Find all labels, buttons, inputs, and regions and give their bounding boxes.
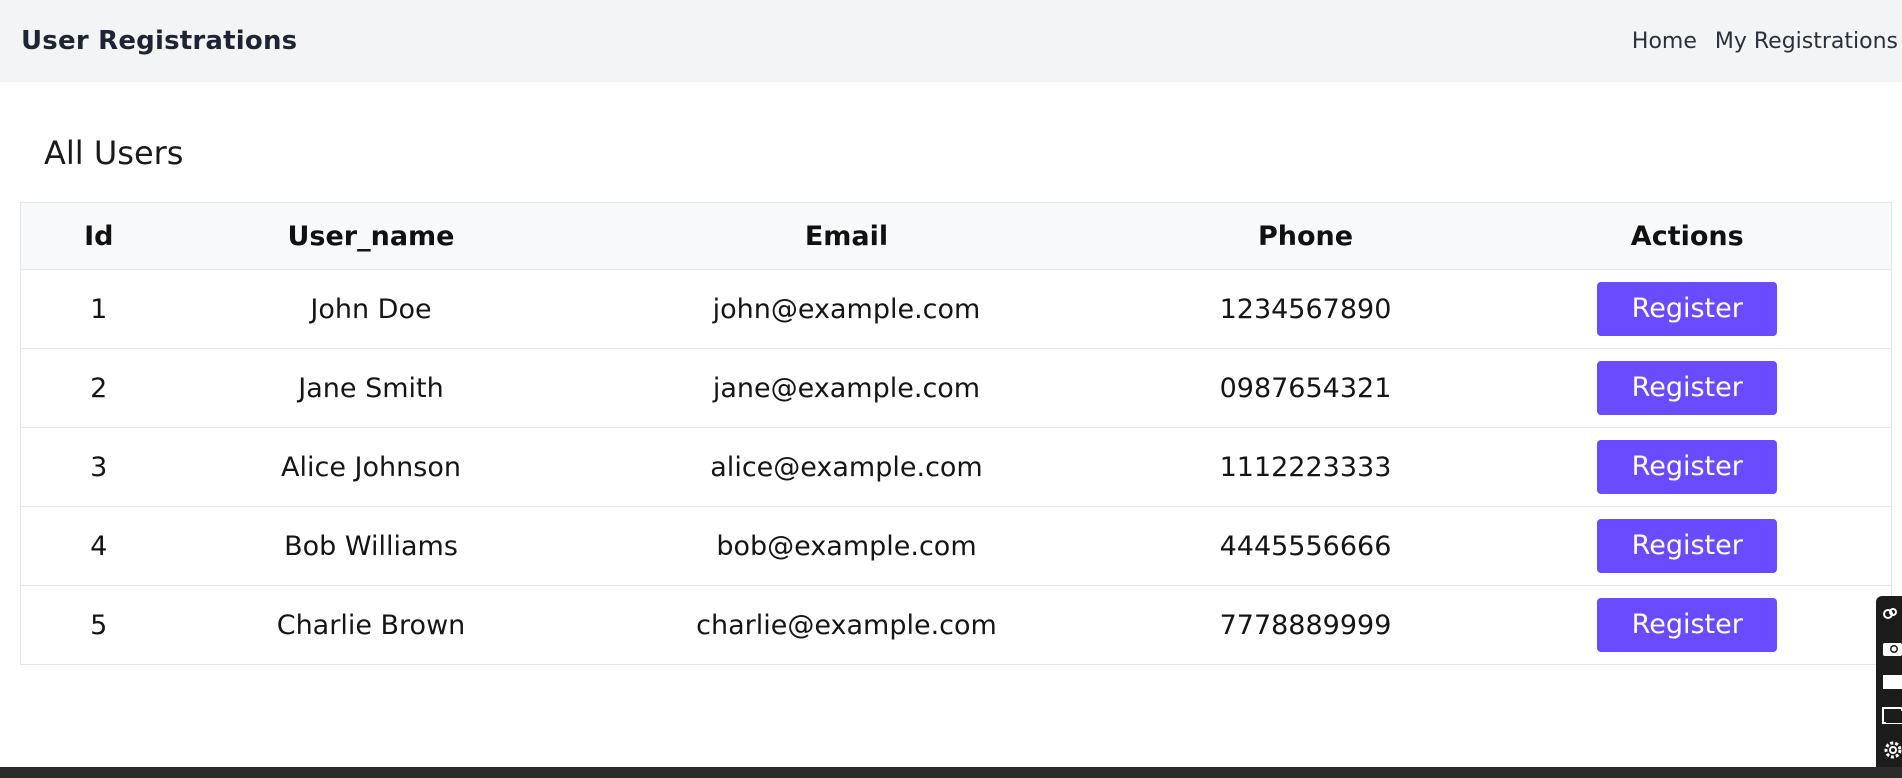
cell-id: 5 [90,609,108,641]
register-button[interactable]: Register [1597,282,1778,336]
cell-phone: 1234567890 [1127,269,1484,349]
register-button[interactable]: Register [1597,519,1778,573]
page-title: All Users [44,134,184,172]
cell-actions: Register [1484,586,1892,665]
cell-user-name: Alice Johnson [176,427,566,507]
cell-phone: 0987654321 [1127,348,1484,428]
cell-email: charlie@example.com [696,609,997,641]
users-table-container: Id User_name Email Phone Actions 1 John … [20,202,1892,665]
table-row: 4 Bob Williams bob@example.com 444555666… [20,506,1892,586]
table-row: 3 Alice Johnson alice@example.com 111222… [20,427,1892,507]
cell-actions: Register [1483,348,1892,428]
register-button[interactable]: Register [1597,598,1778,652]
nav-link-home[interactable]: Home [1632,29,1697,54]
camera-icon[interactable] [1882,636,1902,660]
cell-email: john@example.com [565,269,1128,349]
column-header-actions: Actions [1483,202,1892,270]
table-header-row: Id User_name Email Phone Actions [20,202,1892,270]
navbar: User Registrations Home My Registrations [0,0,1902,82]
cell-email: alice@example.com [565,427,1128,507]
cell-user-name: Charlie Brown [276,609,466,641]
cell-actions: Register [1483,427,1892,507]
nav-links: Home My Registrations [1632,29,1898,54]
cell-email: bob@example.com [565,506,1128,586]
column-header-id: Id [20,202,177,270]
cell-actions: Register [1483,269,1892,349]
window-icon[interactable] [1882,704,1902,728]
cell-actions: Register [1483,506,1892,586]
column-header-email: Email [565,202,1128,270]
cell-user-name: Bob Williams [176,506,566,586]
column-header-phone: Phone [1127,202,1484,270]
brand-title[interactable]: User Registrations [21,26,297,56]
table-row: 2 Jane Smith jane@example.com 0987654321… [20,348,1892,428]
floating-side-toolbar [1876,596,1902,767]
table-row: 1 John Doe john@example.com 1234567890 R… [20,269,1892,349]
square-icon[interactable] [1882,670,1902,694]
gear-icon[interactable] [1882,738,1902,762]
cell-phone: 4445556666 [1127,506,1484,586]
cell-email: jane@example.com [565,348,1128,428]
table-row: 5 Charlie Brown charlie@example.com 7778… [21,586,1892,665]
nav-link-my-registrations[interactable]: My Registrations [1715,29,1898,54]
register-button[interactable]: Register [1597,361,1778,415]
cell-id: 3 [20,427,177,507]
cell-user-name: Jane Smith [176,348,566,428]
link-icon[interactable] [1882,602,1902,626]
cell-id: 2 [20,348,177,428]
column-header-user-name: User_name [176,202,566,270]
cell-user-name: John Doe [176,269,566,349]
cell-id: 4 [20,506,177,586]
cell-phone: 7778889999 [1219,609,1392,641]
register-button[interactable]: Register [1597,440,1778,494]
users-table: Id User_name Email Phone Actions 1 John … [20,202,1892,665]
cell-phone: 1112223333 [1127,427,1484,507]
cell-id: 1 [20,269,177,349]
bottom-bar [0,767,1902,778]
